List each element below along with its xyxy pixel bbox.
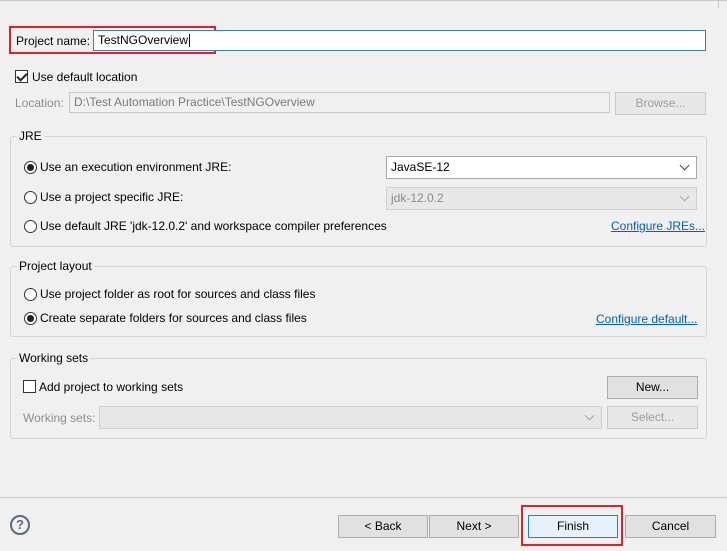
jre-default-label[interactable]: Use default JRE 'jdk-12.0.2' and workspa… (40, 219, 387, 233)
footer-separator (0, 497, 727, 498)
project-name-label: Project name: (16, 34, 91, 48)
chevron-down-icon (679, 191, 690, 202)
help-icon[interactable]: ? (10, 515, 30, 535)
use-default-location-checkbox[interactable] (15, 70, 28, 83)
jre-project-specific-radio[interactable] (24, 191, 37, 204)
finish-button[interactable]: Finish (528, 515, 618, 538)
top-border (0, 0, 727, 1)
top-border-tick (718, 0, 719, 8)
layout-separate-folders-label[interactable]: Create separate folders for sources and … (40, 311, 307, 325)
layout-separate-folders-radio[interactable] (24, 312, 37, 325)
project-jre-select[interactable]: jdk-12.0.2 (386, 187, 697, 210)
working-sets-group-title: Working sets (17, 351, 91, 365)
use-default-location-label[interactable]: Use default location (32, 70, 137, 84)
layout-project-root-radio[interactable] (24, 288, 37, 301)
working-sets-select[interactable] (99, 406, 602, 429)
jre-project-specific-label[interactable]: Use a project specific JRE: (40, 190, 183, 204)
location-label: Location: (15, 96, 64, 110)
select-working-sets-button[interactable]: Select... (607, 406, 698, 429)
execution-env-value: JavaSE-12 (391, 160, 450, 174)
chevron-down-icon (584, 410, 595, 421)
add-to-working-sets-checkbox[interactable] (23, 380, 36, 393)
execution-env-select[interactable]: JavaSE-12 (386, 156, 697, 179)
jre-group-title: JRE (17, 129, 44, 143)
jre-default-radio[interactable] (24, 220, 37, 233)
cancel-button[interactable]: Cancel (625, 515, 716, 538)
jre-execution-env-radio[interactable] (24, 161, 37, 174)
chevron-down-icon (679, 160, 690, 171)
add-to-working-sets-label[interactable]: Add project to working sets (39, 380, 183, 394)
layout-project-root-label[interactable]: Use project folder as root for sources a… (40, 287, 315, 301)
configure-jres-link[interactable]: Configure JREs... (611, 219, 705, 233)
back-button[interactable]: < Back (338, 515, 428, 538)
configure-default-link[interactable]: Configure default... (596, 312, 697, 326)
project-layout-group (10, 266, 707, 337)
project-name-value: TestNGOverview (98, 33, 189, 47)
text-caret (189, 34, 191, 48)
jre-execution-env-label[interactable]: Use an execution environment JRE: (40, 160, 231, 174)
next-button[interactable]: Next > (429, 515, 519, 538)
project-name-input[interactable]: TestNGOverview (93, 30, 706, 51)
location-input[interactable]: D:\Test Automation Practice\TestNGOvervi… (69, 92, 610, 113)
browse-button[interactable]: Browse... (615, 92, 706, 115)
new-working-set-button[interactable]: New... (607, 376, 698, 399)
working-sets-label: Working sets: (23, 411, 96, 425)
project-jre-value: jdk-12.0.2 (391, 191, 444, 205)
project-layout-group-title: Project layout (17, 259, 94, 273)
